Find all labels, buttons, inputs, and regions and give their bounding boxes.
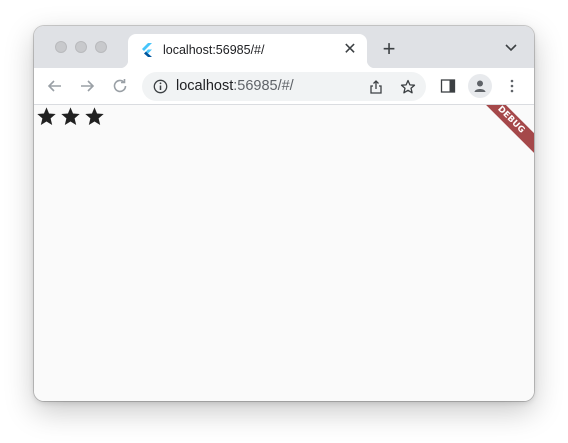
tab-title: localhost:56985/#/ (163, 43, 265, 57)
new-tab-button[interactable]: + (380, 38, 398, 60)
profile-icon (474, 80, 486, 92)
chevron-down-icon[interactable] (504, 43, 518, 53)
debug-banner: DEBUG (467, 105, 534, 164)
back-arrow-icon[interactable] (46, 77, 64, 95)
page-content: DEBUG (34, 105, 534, 401)
address-bar[interactable]: localhost:56985/#/ (142, 72, 426, 101)
star-icon (85, 107, 104, 125)
minimize-window-button[interactable] (75, 41, 87, 53)
share-icon[interactable] (368, 79, 384, 95)
info-icon[interactable] (153, 79, 168, 94)
forward-arrow-icon[interactable] (78, 77, 96, 95)
browser-window: localhost:56985/#/ ✕ + localhost:56985/#… (34, 26, 534, 401)
side-panel-icon[interactable] (440, 78, 456, 94)
url-path: :56985/#/ (233, 78, 294, 94)
close-tab-button[interactable]: ✕ (343, 42, 357, 58)
url-host: localhost (176, 78, 234, 94)
reload-icon[interactable] (111, 77, 129, 95)
close-window-button[interactable] (55, 41, 67, 53)
kebab-menu-icon[interactable] (504, 78, 520, 94)
star-icon (61, 107, 80, 125)
star-icon (37, 107, 56, 125)
url-text[interactable]: localhost:56985/#/ (176, 78, 294, 94)
star-rating (36, 106, 105, 127)
flutter-icon (142, 43, 152, 57)
star-icon[interactable] (400, 79, 416, 95)
profile-button[interactable] (468, 74, 492, 98)
browser-toolbar: localhost:56985/#/ (34, 68, 534, 105)
tab-strip: localhost:56985/#/ ✕ + (34, 26, 534, 68)
zoom-window-button[interactable] (95, 41, 107, 53)
browser-tab[interactable]: localhost:56985/#/ ✕ (120, 34, 375, 68)
